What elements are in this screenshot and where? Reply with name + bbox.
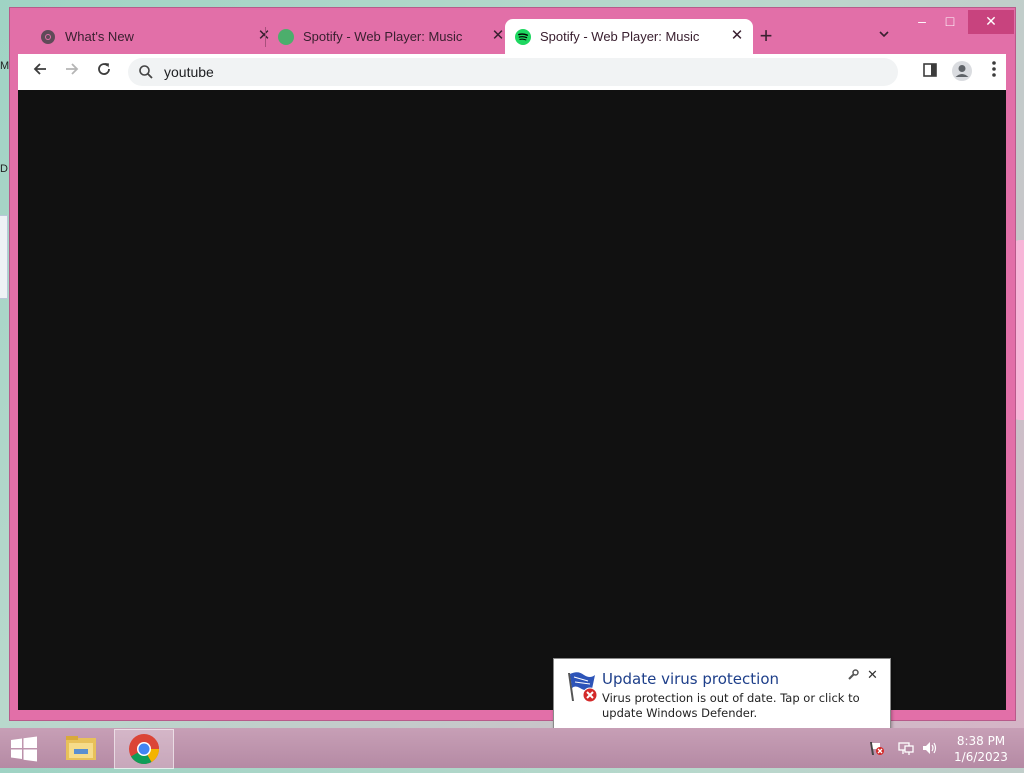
folder-icon	[66, 736, 96, 760]
chrome-taskbar-button[interactable]	[114, 729, 174, 769]
tab-spotify-active[interactable]: Spotify - Web Player: Music for e ✕	[505, 19, 753, 54]
close-window-button[interactable]: ✕	[968, 10, 1014, 34]
spotify-icon	[278, 28, 294, 45]
volume-icon[interactable]	[921, 740, 939, 756]
side-panel-icon[interactable]	[918, 60, 942, 84]
tab-title: What's New	[65, 29, 134, 44]
tab-title: Spotify - Web Player: Music for e	[540, 29, 700, 44]
tab-title: Spotify - Web Player: Music for e	[303, 29, 463, 44]
tab-whats-new[interactable]: What's New ✕	[28, 19, 280, 54]
notification-title: Update virus protection	[602, 670, 780, 688]
page-content-area[interactable]	[18, 90, 1006, 710]
tab-strip: What's New ✕ Spotify - Web Player: Music…	[10, 8, 1015, 54]
defender-notification[interactable]: Update virus protection Virus protection…	[553, 658, 891, 730]
taskbar: 8:38 PM 1/6/2023	[0, 728, 1024, 769]
notification-body: Virus protection is out of date. Tap or …	[602, 691, 860, 720]
profile-avatar-icon[interactable]	[950, 60, 974, 84]
windows-start-icon[interactable]	[10, 736, 38, 762]
search-icon	[139, 65, 153, 79]
reload-icon[interactable]	[92, 60, 116, 84]
maximize-button[interactable]: □	[936, 10, 964, 34]
tab-divider	[265, 27, 266, 47]
menu-kebab-icon[interactable]	[982, 60, 1006, 84]
windows-defender-flag-icon	[568, 672, 598, 703]
desktop-icon-label-fragment: D	[0, 163, 8, 175]
forward-arrow-icon[interactable]	[60, 60, 84, 84]
google-chrome-icon	[129, 734, 159, 765]
defender-alert-tray-icon[interactable]	[868, 740, 886, 756]
desktop-icon-label-fragment: M	[0, 60, 10, 72]
clock-time: 8:38 PM	[956, 734, 1006, 748]
close-tab-icon[interactable]: ✕	[729, 28, 745, 44]
close-tab-icon[interactable]: ✕	[490, 28, 506, 44]
browser-toolbar	[18, 54, 1006, 90]
minimize-button[interactable]: –	[908, 10, 936, 34]
wrench-options-icon[interactable]	[847, 669, 859, 684]
address-bar[interactable]	[128, 58, 898, 86]
chrome-window: What's New ✕ Spotify - Web Player: Music…	[10, 8, 1015, 720]
new-tab-button[interactable]: +	[754, 25, 778, 49]
clock-date: 1/6/2023	[954, 750, 1008, 764]
back-arrow-icon[interactable]	[28, 60, 52, 84]
close-notification-icon[interactable]: ✕	[867, 667, 878, 683]
tab-search-chevron-icon[interactable]	[874, 27, 894, 47]
network-icon[interactable]	[897, 740, 915, 756]
file-explorer-taskbar-button[interactable]	[52, 729, 110, 767]
tab-spotify[interactable]: Spotify - Web Player: Music for e ✕	[268, 19, 514, 54]
address-input[interactable]	[162, 63, 866, 81]
taskbar-clock[interactable]: 8:38 PM 1/6/2023	[945, 733, 1017, 765]
spotify-icon	[515, 28, 531, 45]
desktop-window-edge	[0, 215, 8, 299]
chrome-icon	[41, 29, 55, 44]
